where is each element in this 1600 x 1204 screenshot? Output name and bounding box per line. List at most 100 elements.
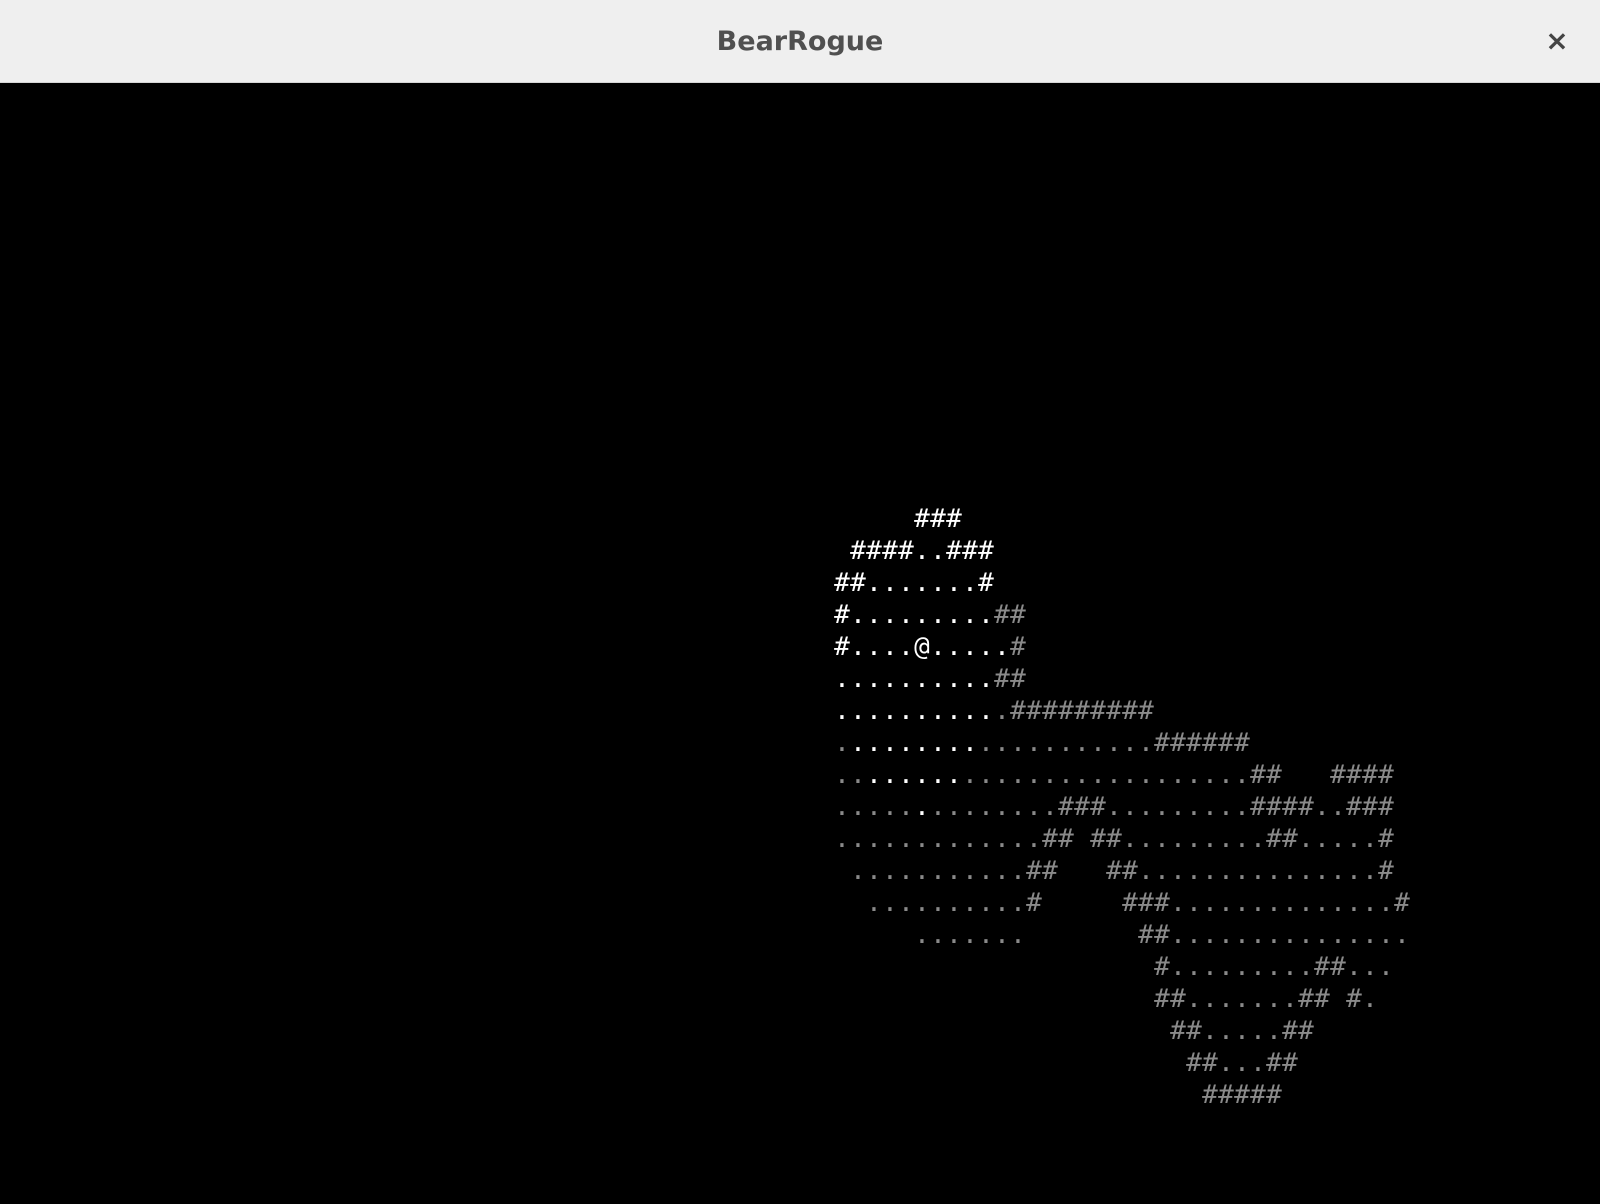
floor-tile: . xyxy=(962,760,978,790)
floor-tile: . xyxy=(898,792,914,822)
wall-tile: # xyxy=(1042,696,1058,726)
floor-tile: . xyxy=(994,632,1010,662)
floor-tile: . xyxy=(834,824,850,854)
floor-tile: . xyxy=(1026,760,1042,790)
floor-tile: . xyxy=(866,760,882,790)
floor-tile: . xyxy=(1330,824,1346,854)
floor-tile: . xyxy=(1010,760,1026,790)
floor-tile: . xyxy=(1330,792,1346,822)
floor-tile: . xyxy=(1266,984,1282,1014)
floor-tile: . xyxy=(1314,824,1330,854)
wall-tile: # xyxy=(1122,888,1138,918)
floor-tile: . xyxy=(1218,824,1234,854)
floor-tile: . xyxy=(1042,728,1058,758)
game-viewport[interactable]: # # # # # # #.. # # # # #....... # #......... # # #.... @… xyxy=(0,83,1600,1204)
floor-tile: . xyxy=(1250,984,1266,1014)
floor-tile: . xyxy=(930,632,946,662)
floor-tile: . xyxy=(962,824,978,854)
floor-tile: . xyxy=(1298,952,1314,982)
floor-tile: . xyxy=(1298,888,1314,918)
wall-tile: # xyxy=(1298,792,1314,822)
floor-tile: . xyxy=(1266,888,1282,918)
floor-tile: . xyxy=(994,824,1010,854)
floor-tile: . xyxy=(1202,888,1218,918)
close-icon[interactable]: × xyxy=(1538,22,1576,60)
wall-tile: # xyxy=(1202,1048,1218,1078)
floor-tile: . xyxy=(994,856,1010,886)
floor-tile: . xyxy=(882,664,898,694)
wall-tile: # xyxy=(1122,696,1138,726)
floor-tile: . xyxy=(1154,824,1170,854)
floor-tile: . xyxy=(946,792,962,822)
floor-tile: . xyxy=(914,792,930,822)
wall-tile: # xyxy=(1378,824,1394,854)
floor-tile: . xyxy=(1378,920,1394,950)
floor-tile: . xyxy=(1154,792,1170,822)
floor-tile: . xyxy=(898,824,914,854)
floor-tile: . xyxy=(1042,792,1058,822)
floor-tile: . xyxy=(1138,728,1154,758)
floor-tile: . xyxy=(1266,1016,1282,1046)
wall-tile: # xyxy=(1282,824,1298,854)
floor-tile: . xyxy=(978,856,994,886)
floor-tile: . xyxy=(1282,888,1298,918)
floor-tile: . xyxy=(1362,888,1378,918)
floor-tile: . xyxy=(978,920,994,950)
floor-tile: . xyxy=(1170,888,1186,918)
floor-tile: . xyxy=(898,696,914,726)
floor-tile: . xyxy=(834,760,850,790)
floor-tile: . xyxy=(1346,824,1362,854)
floor-tile: . xyxy=(882,824,898,854)
floor-tile: . xyxy=(1218,856,1234,886)
wall-tile: # xyxy=(1234,1080,1250,1110)
floor-tile: . xyxy=(1170,792,1186,822)
floor-tile: . xyxy=(1010,824,1026,854)
floor-tile: . xyxy=(898,632,914,662)
floor-tile: . xyxy=(962,792,978,822)
wall-tile: # xyxy=(1330,760,1346,790)
floor-tile: . xyxy=(1298,920,1314,950)
floor-tile: . xyxy=(930,856,946,886)
floor-tile: . xyxy=(978,888,994,918)
floor-tile: . xyxy=(914,728,930,758)
floor-tile: . xyxy=(1346,856,1362,886)
wall-tile: # xyxy=(994,664,1010,694)
floor-tile: . xyxy=(866,600,882,630)
wall-tile: # xyxy=(1186,728,1202,758)
wall-tile: # xyxy=(1026,888,1042,918)
floor-tile: . xyxy=(946,760,962,790)
floor-tile: . xyxy=(1010,888,1026,918)
floor-tile: . xyxy=(914,536,930,566)
wall-tile: # xyxy=(1266,760,1282,790)
wall-tile: # xyxy=(1090,792,1106,822)
wall-tile: # xyxy=(1010,664,1026,694)
floor-tile: . xyxy=(962,600,978,630)
floor-tile: . xyxy=(1074,728,1090,758)
floor-tile: . xyxy=(898,888,914,918)
floor-tile: . xyxy=(1202,856,1218,886)
wall-tile: # xyxy=(1154,888,1170,918)
wall-tile: # xyxy=(1266,824,1282,854)
floor-tile: . xyxy=(898,600,914,630)
wall-tile: # xyxy=(1026,856,1042,886)
floor-tile: . xyxy=(1170,952,1186,982)
title-bar[interactable]: BearRogue × xyxy=(0,0,1600,83)
floor-tile: . xyxy=(946,568,962,598)
floor-tile: . xyxy=(1378,952,1394,982)
game-window: BearRogue × # # # # # # #.. # # # # #....... # #.....… xyxy=(0,0,1600,1204)
floor-tile: . xyxy=(1346,888,1362,918)
wall-tile: # xyxy=(1106,824,1122,854)
floor-tile: . xyxy=(1362,920,1378,950)
wall-tile: # xyxy=(1346,984,1362,1014)
wall-tile: # xyxy=(962,536,978,566)
floor-tile: . xyxy=(946,888,962,918)
floor-tile: . xyxy=(930,728,946,758)
floor-tile: . xyxy=(1106,792,1122,822)
floor-tile: . xyxy=(1218,760,1234,790)
floor-tile: . xyxy=(962,888,978,918)
wall-tile: # xyxy=(1362,792,1378,822)
wall-tile: # xyxy=(1394,888,1410,918)
wall-tile: # xyxy=(898,536,914,566)
floor-tile: . xyxy=(1026,728,1042,758)
floor-tile: . xyxy=(1170,856,1186,886)
